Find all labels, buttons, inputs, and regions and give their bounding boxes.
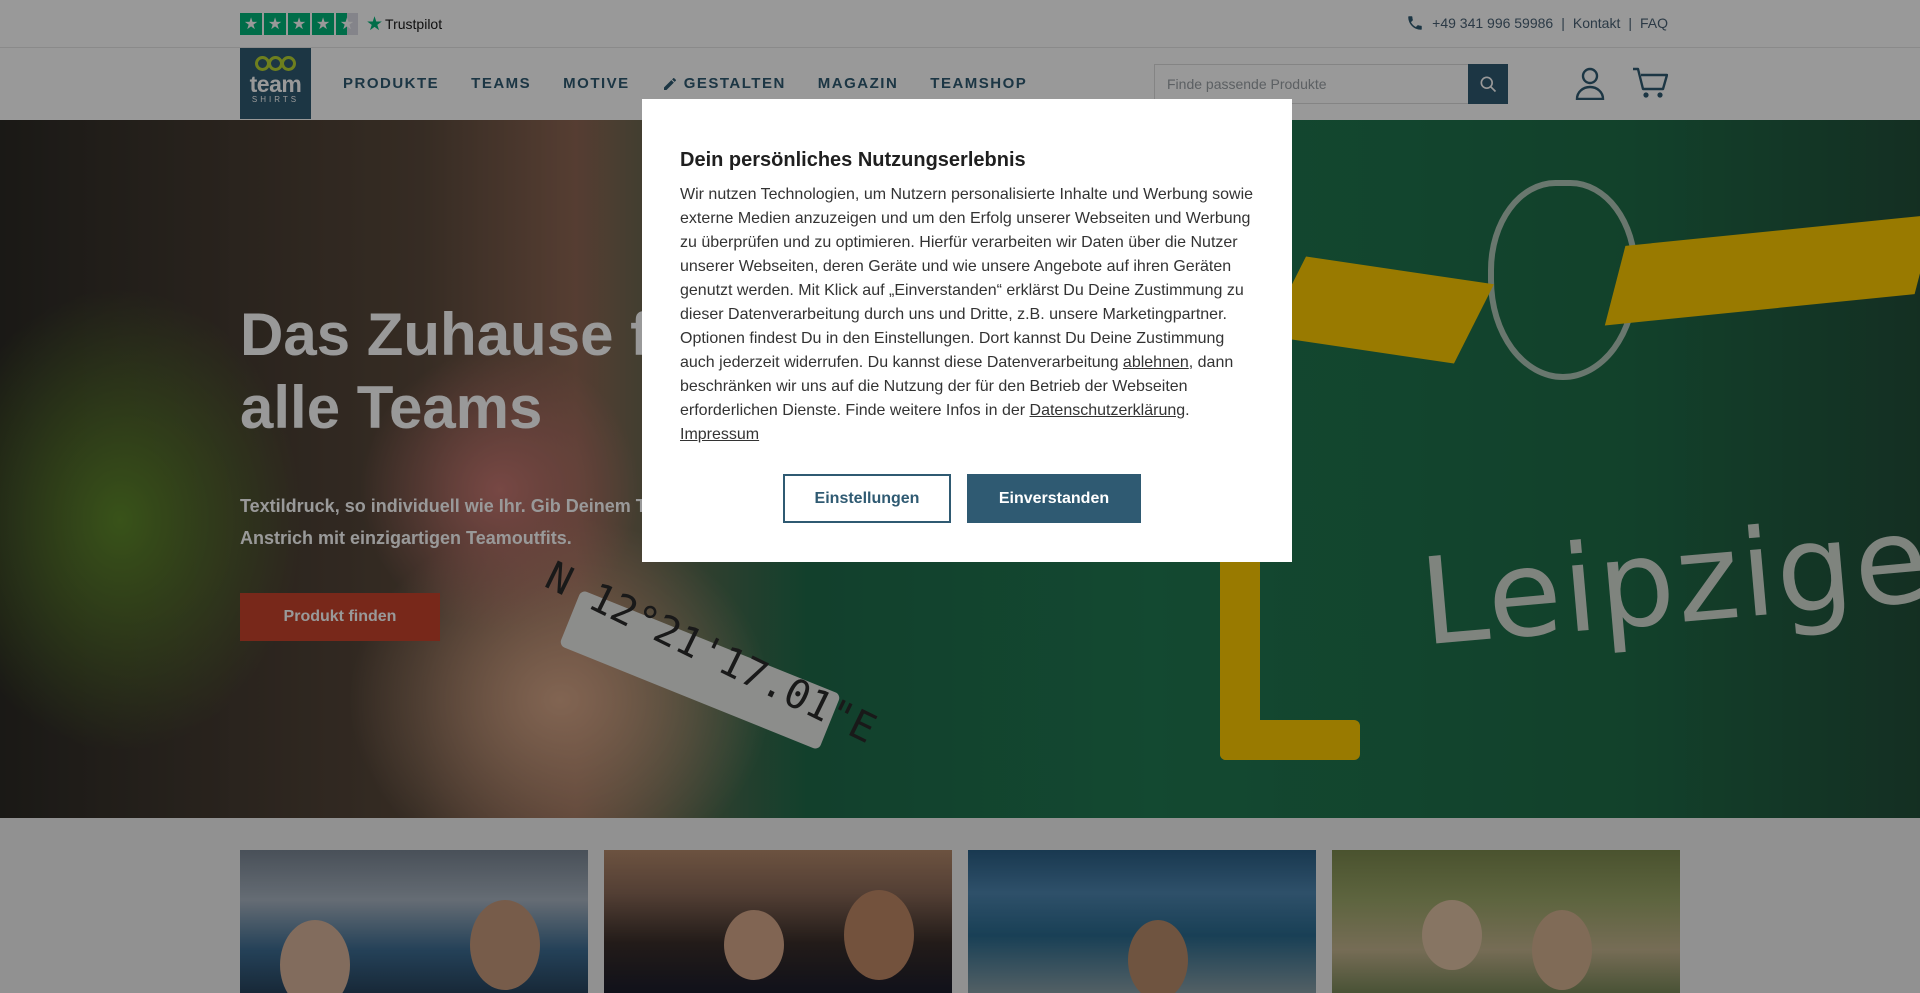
privacy-policy-link[interactable]: Datenschutzerklärung bbox=[1030, 402, 1186, 419]
cookie-consent-dialog: Dein persönliches Nutzungserlebnis Wir n… bbox=[642, 99, 1292, 562]
dialog-text: Wir nutzen Technologien, um Nutzern pers… bbox=[680, 183, 1260, 447]
accept-button[interactable]: Einverstanden bbox=[967, 474, 1141, 523]
dialog-text-part1: Wir nutzen Technologien, um Nutzern pers… bbox=[680, 186, 1254, 371]
dialog-buttons: Einstellungen Einverstanden bbox=[783, 474, 1141, 523]
settings-button[interactable]: Einstellungen bbox=[783, 474, 951, 523]
imprint-link[interactable]: Impressum bbox=[680, 426, 759, 443]
reject-link[interactable]: ablehnen bbox=[1123, 354, 1189, 371]
dialog-title: Dein persönliches Nutzungserlebnis bbox=[680, 149, 1026, 171]
dialog-text-part3: . bbox=[1185, 402, 1190, 419]
